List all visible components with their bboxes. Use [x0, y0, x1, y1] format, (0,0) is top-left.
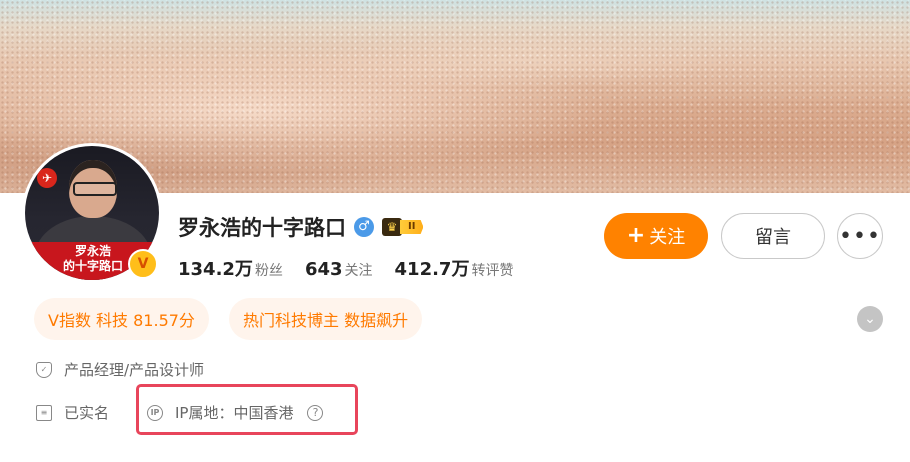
- stat-following[interactable]: 643 关注: [305, 259, 373, 280]
- level-label: II: [400, 220, 424, 234]
- v-index-tag[interactable]: V指数 科技 81.57分: [34, 298, 209, 340]
- crown-icon: ♛: [382, 218, 402, 236]
- stat-label: 关注: [344, 263, 373, 279]
- stat-value: 412.7万: [394, 259, 470, 280]
- message-button[interactable]: 留言: [721, 213, 825, 259]
- job-info: ✓ 产品经理/产品设计师: [36, 359, 204, 380]
- profile-name-row: 罗永浩的十字路口 ♂ ♛ II: [178, 212, 424, 242]
- tag-label: 热门科技博主 数据飙升: [243, 311, 409, 330]
- member-level-icon[interactable]: ♛ II: [382, 218, 424, 236]
- channel-logo-icon: ✈: [37, 168, 57, 188]
- hot-blogger-tag[interactable]: 热门科技博主 数据飙升: [229, 298, 423, 340]
- stat-label: 粉丝: [254, 263, 283, 279]
- male-icon: ♂: [354, 217, 374, 237]
- job-text: 产品经理/产品设计师: [64, 361, 205, 379]
- stat-label: 转评赞: [471, 263, 514, 279]
- profile-name: 罗永浩的十字路口: [178, 216, 346, 240]
- tag-label: V指数 科技 81.57分: [48, 311, 195, 330]
- message-label: 留言: [755, 227, 791, 248]
- more-dots-icon: •••: [839, 223, 881, 249]
- stat-value: 134.2万: [178, 259, 253, 280]
- shield-icon: ✓: [36, 361, 52, 378]
- follow-button[interactable]: + 关注: [604, 213, 708, 259]
- stat-value: 643: [304, 259, 343, 280]
- stat-followers[interactable]: 134.2万 粉丝: [178, 255, 283, 281]
- highlight-annotation: [136, 384, 358, 435]
- real-name-text: 已实名: [64, 404, 110, 422]
- avatar-caption: 罗永浩 的十字路口: [62, 244, 123, 273]
- real-name-info: ≡ 已实名: [36, 402, 109, 423]
- verified-badge-icon: V: [128, 249, 158, 279]
- more-options-button[interactable]: •••: [837, 213, 883, 259]
- stat-interactions[interactable]: 412.7万 转评赞: [395, 255, 514, 281]
- follow-label: 关注: [649, 227, 686, 248]
- profile-stats: 134.2万 粉丝 643 关注 412.7万 转评赞: [178, 255, 513, 281]
- expand-chevron-icon[interactable]: ⌄: [857, 306, 883, 332]
- plus-icon: +: [626, 223, 646, 248]
- id-card-icon: ≡: [36, 404, 52, 421]
